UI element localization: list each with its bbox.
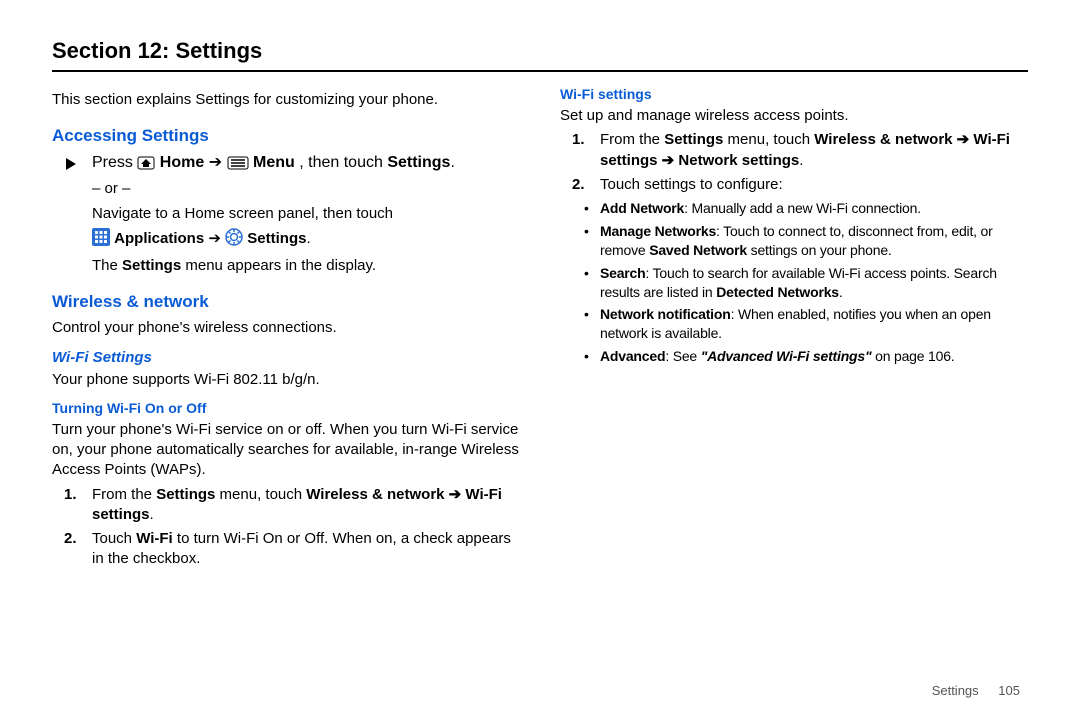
left-column: This section explains Settings for custo… [52, 86, 520, 574]
text-menu: Menu [253, 154, 295, 171]
text-settings2: Settings [247, 230, 306, 247]
wifi2-intro: Set up and manage wireless access points… [560, 106, 1028, 126]
text-navigate: Navigate to a Home screen panel, then to… [52, 204, 520, 224]
heading-wifi-settings: Wi-Fi Settings [52, 349, 520, 366]
apps-settings-line: Applications ➔ Settings. [52, 228, 520, 252]
text-applications: Applications [114, 230, 204, 247]
footer-section-label: Settings [932, 683, 979, 698]
wifi2-steps: 1. From the Settings menu, touch Wireles… [560, 130, 1028, 195]
page-footer: Settings 105 [932, 683, 1020, 698]
heading-wifi-settings-2: Wi-Fi settings [560, 86, 1028, 102]
bullet-network-notification: Network notification: When enabled, noti… [600, 305, 1028, 343]
text-then-touch: , then touch [299, 154, 387, 171]
heading-accessing-settings: Accessing Settings [52, 126, 520, 146]
footer-page-number: 105 [998, 683, 1020, 698]
wifi2-step-1: 1. From the Settings menu, touch Wireles… [600, 130, 1028, 171]
wifi2-step-2: 2. Touch settings to configure: [600, 175, 1028, 195]
intro-text: This section explains Settings for custo… [52, 90, 520, 110]
turning-step-2: 2. Touch Wi-Fi to turn Wi-Fi On or Off. … [92, 529, 520, 570]
turning-body: Turn your phone's Wi-Fi service on or of… [52, 420, 520, 481]
apps-grid-icon [92, 228, 110, 252]
text-press: Press [92, 154, 137, 171]
menu-icon [227, 156, 249, 175]
text-arrow2: ➔ [208, 230, 225, 247]
wifi2-bullets: Add Network: Manually add a new Wi-Fi co… [560, 199, 1028, 366]
section-title: Section 12: Settings [52, 38, 1028, 72]
right-column: Wi-Fi settings Set up and manage wireles… [560, 86, 1028, 574]
text-settings-result: The Settings menu appears in the display… [52, 256, 520, 276]
text-home: Home [160, 154, 204, 171]
play-bullet-icon [66, 154, 76, 172]
home-icon [137, 156, 155, 175]
bullet-search: Search: Touch to search for available Wi… [600, 264, 1028, 302]
bullet-advanced: Advanced: See "Advanced Wi-Fi settings" … [600, 347, 1028, 366]
heading-wireless-network: Wireless & network [52, 292, 520, 312]
settings-gear-icon [225, 228, 243, 252]
wifi-support: Your phone supports Wi-Fi 802.11 b/g/n. [52, 370, 520, 390]
text-arrow1: ➔ [209, 154, 227, 171]
bullet-manage-networks: Manage Networks: Touch to connect to, di… [600, 222, 1028, 260]
bullet-add-network: Add Network: Manually add a new Wi-Fi co… [600, 199, 1028, 218]
turning-step-1: 1. From the Settings menu, touch Wireles… [92, 485, 520, 526]
text-or: – or – [52, 179, 520, 199]
access-instruction-line1: Press Home ➔ Menu , then touch Settings. [52, 152, 520, 175]
wireless-intro: Control your phone's wireless connection… [52, 318, 520, 338]
text-settings: Settings [387, 154, 450, 171]
turning-steps: 1. From the Settings menu, touch Wireles… [52, 485, 520, 570]
heading-turning-wifi: Turning Wi-Fi On or Off [52, 400, 520, 416]
